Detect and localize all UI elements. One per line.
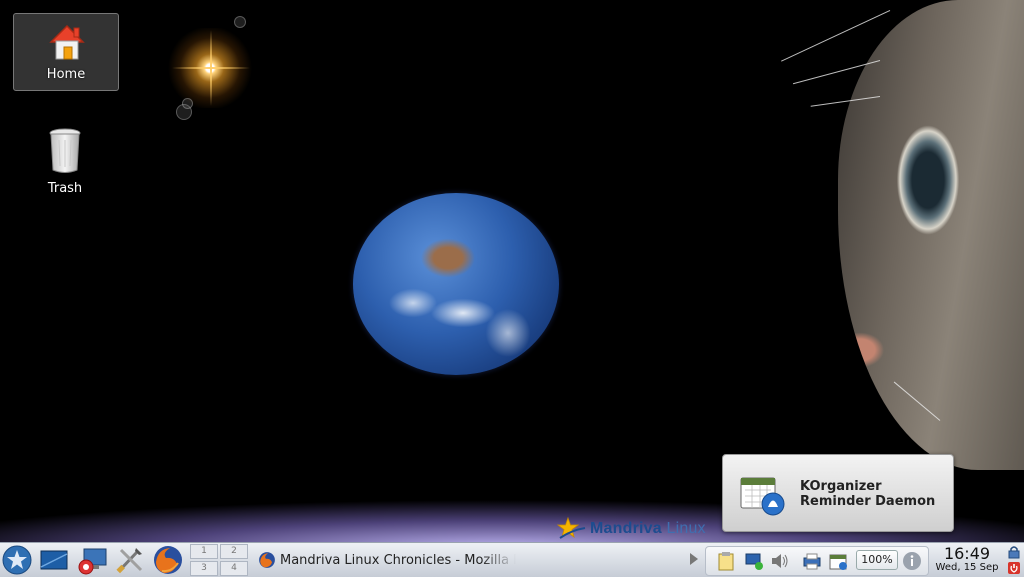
clipboard-icon[interactable] xyxy=(716,551,736,571)
notification-subtitle: Reminder Daemon xyxy=(800,494,936,509)
lens-flare xyxy=(182,98,193,109)
sun-ray xyxy=(172,67,250,69)
korganizer-notification[interactable]: KOrganizer Reminder Daemon xyxy=(722,454,954,532)
firefox-icon[interactable] xyxy=(152,545,184,575)
desktop-icon-home[interactable]: Home xyxy=(13,13,119,91)
desktop-4[interactable]: 4 xyxy=(220,561,248,576)
lens-flare xyxy=(234,16,246,28)
clock-time[interactable]: 16:49 xyxy=(934,544,1000,563)
desktop-2[interactable]: 2 xyxy=(220,544,248,559)
firefox-icon xyxy=(259,552,275,568)
desktop-1[interactable]: 1 xyxy=(190,544,218,559)
logout-icon[interactable] xyxy=(1007,561,1021,575)
network-icon[interactable] xyxy=(744,551,764,571)
calendar-bell-icon xyxy=(740,477,785,516)
desktop-icon-label: Trash xyxy=(47,181,83,196)
desktop-icon-trash[interactable]: Trash xyxy=(13,128,117,204)
application-menu-icon[interactable] xyxy=(1,545,33,575)
notification-title: KOrganizer xyxy=(800,479,882,494)
mandriva-logo: Mandriva Linux xyxy=(556,516,706,542)
taskbar-item-firefox[interactable]: Mandriva Linux Chronicles - Mozilla Fire… xyxy=(258,549,518,571)
system-tray: 100% xyxy=(705,546,929,576)
calendar-icon[interactable] xyxy=(828,551,848,571)
system-configuration-icon[interactable] xyxy=(76,545,108,575)
earth-image xyxy=(353,193,559,375)
desktop-3[interactable]: 3 xyxy=(190,561,218,576)
tools-icon[interactable] xyxy=(114,545,146,575)
notification-text: KOrganizer Reminder Daemon xyxy=(800,479,935,509)
taskbar-item-title: Mandriva Linux Chronicles - Mozilla Fire… xyxy=(280,552,516,568)
battery-indicator[interactable]: 100% xyxy=(856,550,898,570)
volume-icon[interactable] xyxy=(770,551,790,571)
trash-icon xyxy=(49,128,81,173)
clock-date[interactable]: Wed, 15 Sep xyxy=(930,562,1004,573)
lock-icon[interactable] xyxy=(1007,545,1021,559)
printer-icon[interactable] xyxy=(802,551,822,571)
virtual-desktop-pager: 1 2 3 4 xyxy=(190,544,250,576)
tray-expand-arrow-icon[interactable] xyxy=(690,553,698,565)
taskbar-panel: 1 2 3 4 Mandriva Linux Chronicles - Mozi… xyxy=(0,542,1024,577)
desktop-icon-label: Home xyxy=(46,67,86,82)
show-desktop-icon[interactable] xyxy=(38,545,70,575)
info-icon[interactable] xyxy=(902,551,922,571)
cat-image xyxy=(838,0,1024,470)
home-folder-icon xyxy=(49,24,85,60)
mandriva-logo-text: Mandriva Linux xyxy=(590,520,706,537)
mandriva-star-icon xyxy=(556,516,586,539)
